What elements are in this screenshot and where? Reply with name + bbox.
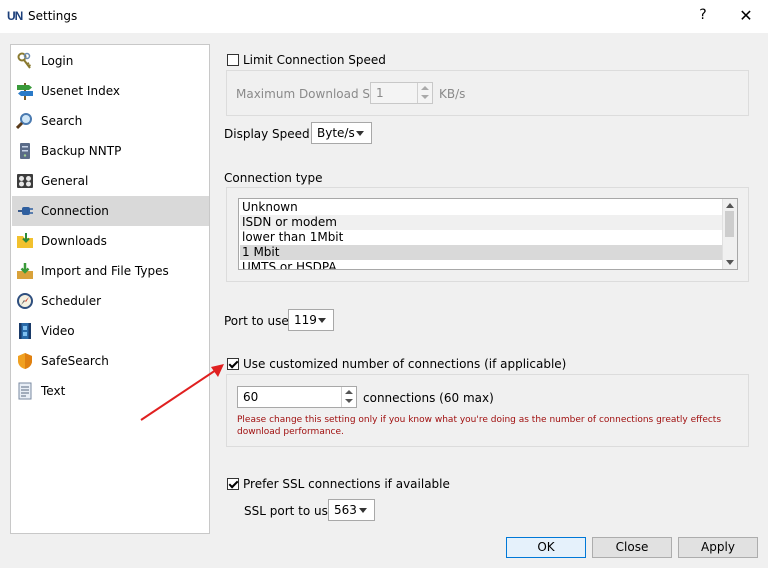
max-speed-value: 1 [376, 86, 384, 100]
nav-item-label: Import and File Types [41, 264, 169, 278]
connections-value: 60 [243, 390, 259, 404]
connection-icon [18, 207, 33, 215]
connections-suffix: connections (60 max) [363, 391, 494, 405]
display-speed-select[interactable]: Byte/s [311, 122, 372, 144]
nav-item-import-and-file-types[interactable]: Import and File Types [12, 256, 209, 286]
nav-item-label: Scheduler [41, 294, 102, 308]
port-label: Port to use: [224, 314, 293, 328]
list-item[interactable]: Unknown [240, 200, 724, 215]
nav-item-login[interactable]: Login [12, 46, 209, 76]
help-button[interactable]: ? [696, 7, 710, 23]
list-item[interactable]: UMTS or HSDPA [240, 260, 724, 269]
nav-item-label: Text [41, 384, 66, 398]
speed-limit-group: Maximum Download Speed 1 KB/s [226, 70, 749, 116]
scroll-down-icon[interactable] [726, 260, 734, 265]
limit-speed-label: Limit Connection Speed [243, 53, 386, 67]
nav-item-video[interactable]: Video [12, 316, 209, 346]
max-speed-spinbox[interactable]: 1 [370, 82, 433, 104]
spin-down-icon[interactable] [345, 399, 353, 403]
nav-item-label: Downloads [41, 234, 107, 248]
spin-arrows[interactable] [341, 387, 356, 407]
spin-down-icon[interactable] [421, 95, 429, 99]
close-window-button[interactable]: ✕ [738, 6, 754, 25]
connection-type-label: Connection type [224, 171, 323, 185]
max-speed-unit: KB/s [439, 87, 466, 101]
server-icon [20, 143, 30, 159]
nav-item-search[interactable]: Search [12, 106, 209, 136]
connection-type-list[interactable]: Unknown ISDN or modem lower than 1Mbit 1… [238, 198, 738, 270]
nav-item-scheduler[interactable]: Scheduler [12, 286, 209, 316]
nav-item-downloads[interactable]: Downloads [12, 226, 209, 256]
nav-item-label: Connection [41, 204, 109, 218]
nav-item-label: Backup NNTP [41, 144, 122, 158]
nav-item-label: Video [41, 324, 75, 338]
nav-item-backup-nntp[interactable]: Backup NNTP [12, 136, 209, 166]
nav-item-connection[interactable]: Connection [12, 196, 209, 226]
nav-item-text[interactable]: Text [12, 376, 209, 406]
display-speed-value: Byte/s [317, 126, 355, 140]
ok-button[interactable]: OK [506, 537, 586, 558]
chevron-down-icon [318, 318, 326, 323]
list-scrollbar[interactable] [722, 199, 737, 269]
document-icon [18, 382, 32, 400]
scroll-thumb[interactable] [725, 211, 734, 237]
prefer-ssl-label: Prefer SSL connections if available [243, 477, 450, 491]
film-icon [19, 323, 31, 339]
close-button[interactable]: Close [592, 537, 672, 558]
port-value: 119 [294, 313, 317, 327]
general-icon [17, 174, 33, 188]
apply-button[interactable]: Apply [678, 537, 758, 558]
list-item-selected[interactable]: 1 Mbit [240, 245, 724, 260]
connections-warning: Please change this setting only if you k… [237, 415, 722, 437]
prefer-ssl-checkbox[interactable] [227, 478, 239, 490]
chevron-down-icon [356, 131, 364, 136]
import-icon [17, 263, 33, 279]
folder-icon [17, 233, 33, 248]
connections-spinbox[interactable]: 60 [237, 386, 357, 408]
spin-up-icon[interactable] [421, 86, 429, 90]
nav-item-label: Login [41, 54, 74, 68]
nav-item-label: General [41, 174, 89, 188]
signpost-icon [17, 83, 33, 100]
ssl-port-value: 563 [334, 503, 357, 517]
spin-arrows[interactable] [417, 83, 432, 103]
ssl-port-select[interactable]: 563 [328, 499, 375, 521]
ssl-port-label: SSL port to use: [244, 504, 340, 518]
custom-connections-checkbox[interactable] [227, 358, 239, 370]
list-item[interactable]: lower than 1Mbit [240, 230, 724, 245]
settings-nav-list: Login Usenet Index Search Backup NNTP Ge… [10, 44, 210, 534]
compass-icon [17, 293, 33, 309]
scroll-up-icon[interactable] [726, 203, 734, 208]
nav-item-label: SafeSearch [41, 354, 109, 368]
shield-icon [18, 353, 32, 369]
nav-item-label: Usenet Index [41, 84, 120, 98]
nav-item-general[interactable]: General [12, 166, 209, 196]
custom-connections-label: Use customized number of connections (if… [243, 357, 567, 371]
nav-item-label: Search [41, 114, 83, 128]
port-select[interactable]: 119 [288, 309, 334, 331]
spin-up-icon[interactable] [345, 390, 353, 394]
magnifier-icon [16, 113, 32, 130]
app-logo-icon: UN [7, 9, 23, 23]
list-item[interactable]: ISDN or modem [240, 215, 724, 230]
title-bar: UN Settings ? ✕ [0, 0, 768, 33]
nav-item-usenet-index[interactable]: Usenet Index [12, 76, 209, 106]
chevron-down-icon [359, 508, 367, 513]
keys-icon [17, 52, 31, 69]
limit-speed-checkbox[interactable] [227, 54, 239, 66]
window-title: Settings [28, 9, 78, 23]
nav-item-safesearch[interactable]: SafeSearch [12, 346, 209, 376]
